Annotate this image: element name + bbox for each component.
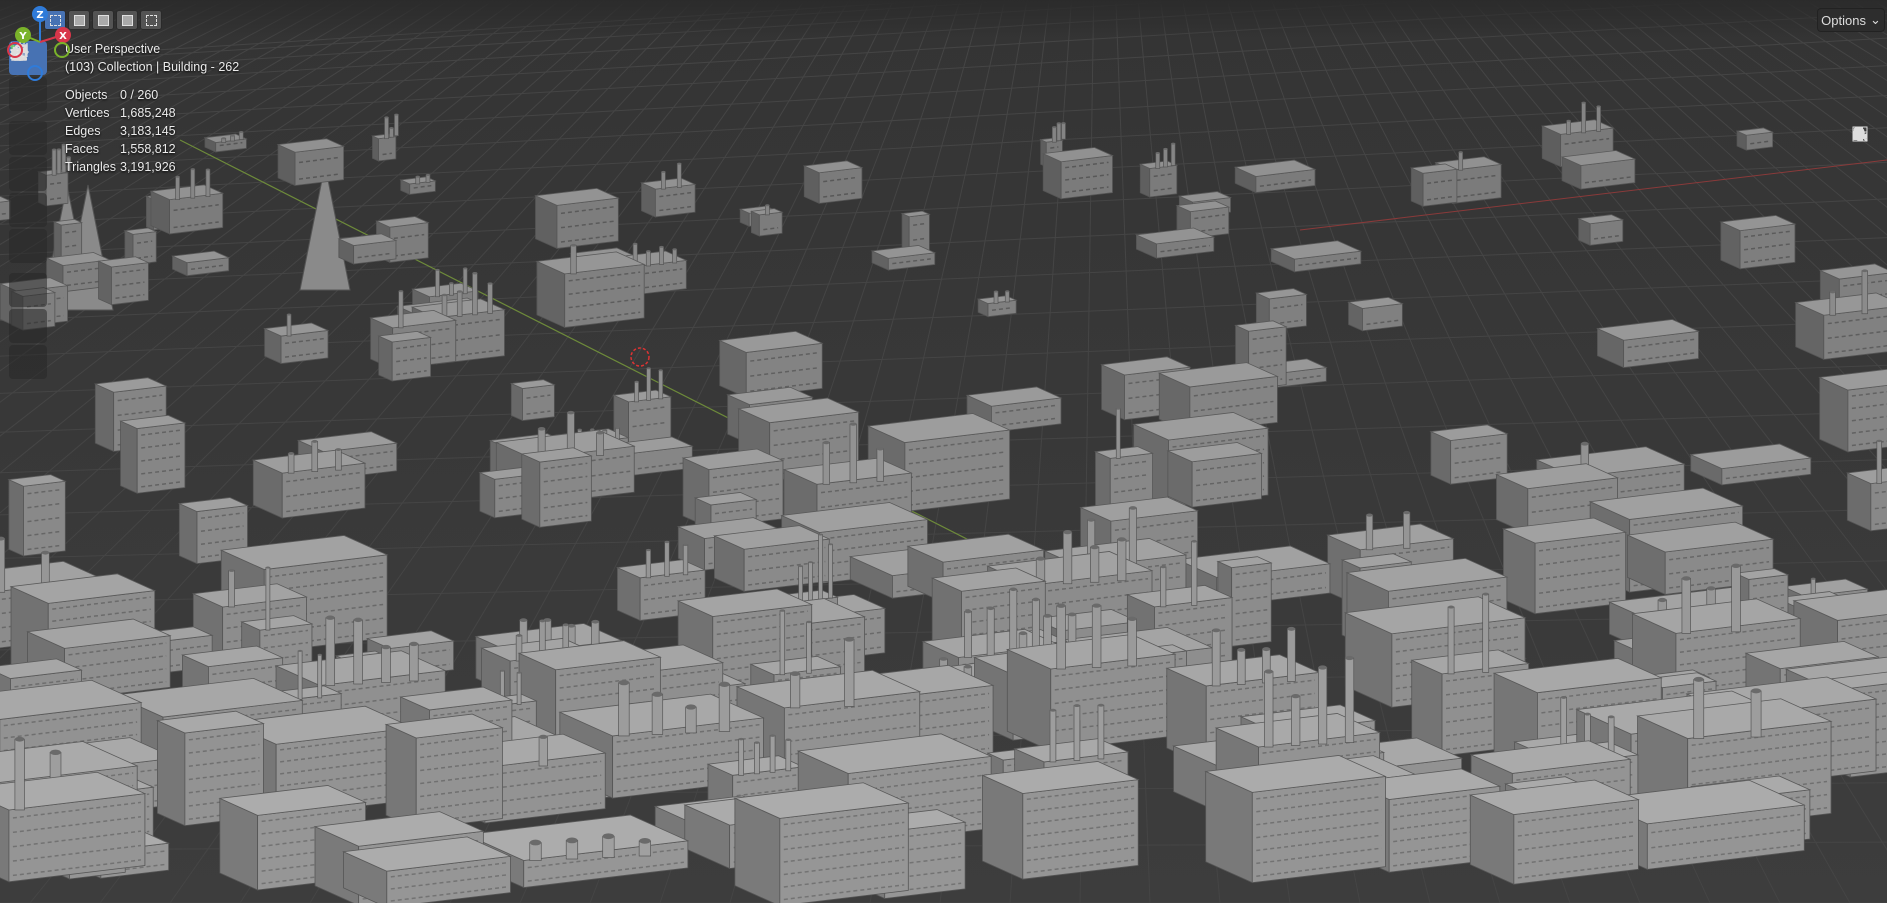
building-mesh <box>1468 779 1640 885</box>
building-mesh <box>1595 319 1700 369</box>
measure-tool-button[interactable] <box>9 45 47 343</box>
stat-value: 3,183,145 <box>120 124 176 138</box>
building-mesh <box>509 379 556 422</box>
building-mesh <box>97 256 150 306</box>
ortho-toggle-button[interactable] <box>1851 126 1881 257</box>
x-axis-label: X <box>59 31 67 42</box>
stat-row: Faces 1,558,812 <box>65 140 176 158</box>
neg-x-axis-handle[interactable] <box>7 42 23 58</box>
neg-z-axis-handle[interactable] <box>27 65 43 81</box>
move-tool-button[interactable] <box>9 43 47 155</box>
building-mesh <box>1577 214 1625 246</box>
z-axis-label: Z <box>36 10 43 21</box>
options-label: Options <box>1821 12 1866 28</box>
y-axis-label: Y <box>18 31 27 42</box>
stat-row: Objects 0 / 260 <box>65 86 176 104</box>
building-mesh <box>1204 755 1387 884</box>
stat-label: Faces <box>65 142 100 156</box>
viewport-header: Options ⌄ <box>0 0 1887 40</box>
building-mesh <box>1041 147 1114 200</box>
building-mesh <box>1719 215 1797 270</box>
building-mesh <box>337 233 398 265</box>
building-mesh <box>1347 297 1404 332</box>
chevron-down-icon: ⌄ <box>1869 12 1881 27</box>
stat-row: Triangles 3,191,926 <box>65 158 176 176</box>
building-mesh <box>119 414 187 494</box>
building-mesh <box>1166 442 1263 508</box>
building-mesh <box>520 447 593 528</box>
building-mesh <box>276 138 346 187</box>
building-mesh <box>802 160 864 204</box>
stat-value: 0 / 260 <box>120 88 159 102</box>
pan-button[interactable] <box>1851 126 1881 189</box>
scene-statistics: Objects 0 / 260 Vertices 1,685,248 Edges… <box>65 86 176 176</box>
stat-row: Edges 3,183,145 <box>65 122 176 140</box>
camera-view-button[interactable] <box>1851 127 1881 223</box>
building-mesh <box>1818 368 1887 453</box>
scale-tool-button[interactable] <box>9 44 47 227</box>
stat-value: 1,558,812 <box>120 142 176 156</box>
building-mesh <box>1501 517 1628 615</box>
building-mesh <box>534 187 620 250</box>
stat-label: Edges <box>65 124 101 138</box>
annotate-tool-button[interactable] <box>9 47 47 307</box>
options-dropdown[interactable]: Options ⌄ <box>1817 8 1885 32</box>
building-mesh <box>718 330 824 399</box>
select-intersect-mode-button[interactable] <box>140 10 162 30</box>
building-mesh <box>377 330 433 382</box>
building-mesh <box>1560 150 1637 190</box>
stat-value: 1,685,248 <box>120 106 176 120</box>
select-subtract-mode-button[interactable] <box>92 10 114 30</box>
stat-label: Vertices <box>65 106 110 120</box>
stat-row: Vertices 1,685,248 <box>65 104 176 122</box>
scene-canvas[interactable] <box>0 0 1887 903</box>
tool-shelf <box>9 41 47 381</box>
building-mesh <box>1735 127 1775 151</box>
stat-value: 3,191,926 <box>120 160 176 174</box>
building-mesh <box>171 250 231 277</box>
building-mesh <box>733 782 910 903</box>
view-name: User Perspective <box>65 42 161 56</box>
building-mesh <box>980 761 1140 880</box>
3d-viewport[interactable]: Options ⌄ User Perspective (103) Collect… <box>0 0 1887 903</box>
viewport-info: User Perspective (103) Collection | Buil… <box>65 40 239 76</box>
building-mesh <box>7 474 67 557</box>
building-mesh <box>1429 424 1509 485</box>
building-mesh <box>1409 163 1459 207</box>
navigation-gizmo[interactable]: Z Y X <box>0 0 80 90</box>
add-cube-tool-button[interactable] <box>9 43 47 379</box>
select-difference-mode-button[interactable] <box>116 10 138 30</box>
viewport-nav-buttons <box>1851 125 1881 261</box>
collection-label: (103) Collection | Building - 262 <box>65 60 240 74</box>
grid-icon <box>1852 126 1868 142</box>
transform-tool-button[interactable] <box>9 44 47 263</box>
building-mesh <box>384 713 504 830</box>
rotate-tool-button[interactable] <box>9 44 47 191</box>
stat-label: Triangles <box>65 160 116 174</box>
neg-y-axis-handle[interactable] <box>54 42 70 58</box>
